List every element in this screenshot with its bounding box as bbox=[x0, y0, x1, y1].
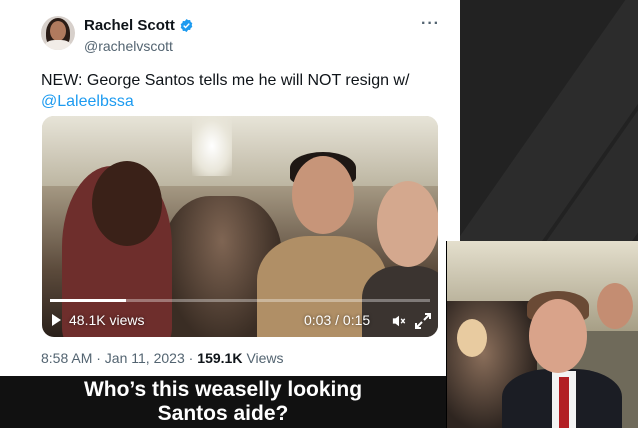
avatar[interactable] bbox=[41, 16, 75, 50]
mention-link[interactable]: @Laleelbssa bbox=[41, 91, 441, 112]
more-icon[interactable]: ··· bbox=[421, 15, 440, 33]
caption-line-2: Santos aide? bbox=[157, 402, 289, 425]
meme-caption: Who’s this weaselly looking Santos aide? bbox=[0, 378, 446, 426]
tweet-body: NEW: George Santos tells me he will NOT … bbox=[41, 72, 410, 89]
caption-line-1: Who’s this weaselly looking bbox=[83, 378, 363, 401]
display-name[interactable]: Rachel Scott bbox=[84, 17, 175, 34]
verified-icon bbox=[180, 18, 193, 33]
video-progress-fill bbox=[50, 299, 126, 302]
tweet-meta: 8:58 AM · Jan 11, 2023 · 159.1K Views bbox=[41, 350, 284, 366]
video-views: 48.1K views bbox=[52, 312, 144, 328]
video-player[interactable]: 48.1K views 0:03 / 0:15 bbox=[42, 116, 438, 337]
volume-icon[interactable] bbox=[392, 314, 406, 328]
view-count: 159.1K bbox=[197, 350, 243, 366]
author-row: Rachel Scott bbox=[84, 17, 194, 34]
views-label: Views bbox=[246, 350, 284, 366]
play-icon[interactable] bbox=[52, 314, 61, 326]
tweet-timestamp[interactable]: 8:58 AM · Jan 11, 2023 · bbox=[41, 350, 193, 366]
tweet-text: NEW: George Santos tells me he will NOT … bbox=[41, 70, 441, 112]
handle[interactable]: @rachelvscott bbox=[84, 38, 173, 54]
fullscreen-icon[interactable] bbox=[414, 312, 432, 330]
video-progress-bar[interactable] bbox=[50, 299, 430, 302]
inset-photo bbox=[446, 241, 638, 428]
video-time: 0:03 / 0:15 bbox=[304, 312, 371, 328]
video-views-label: 48.1K views bbox=[69, 312, 145, 328]
tweet-card[interactable]: Rachel Scott @rachelvscott ··· NEW: Geor… bbox=[0, 0, 460, 376]
